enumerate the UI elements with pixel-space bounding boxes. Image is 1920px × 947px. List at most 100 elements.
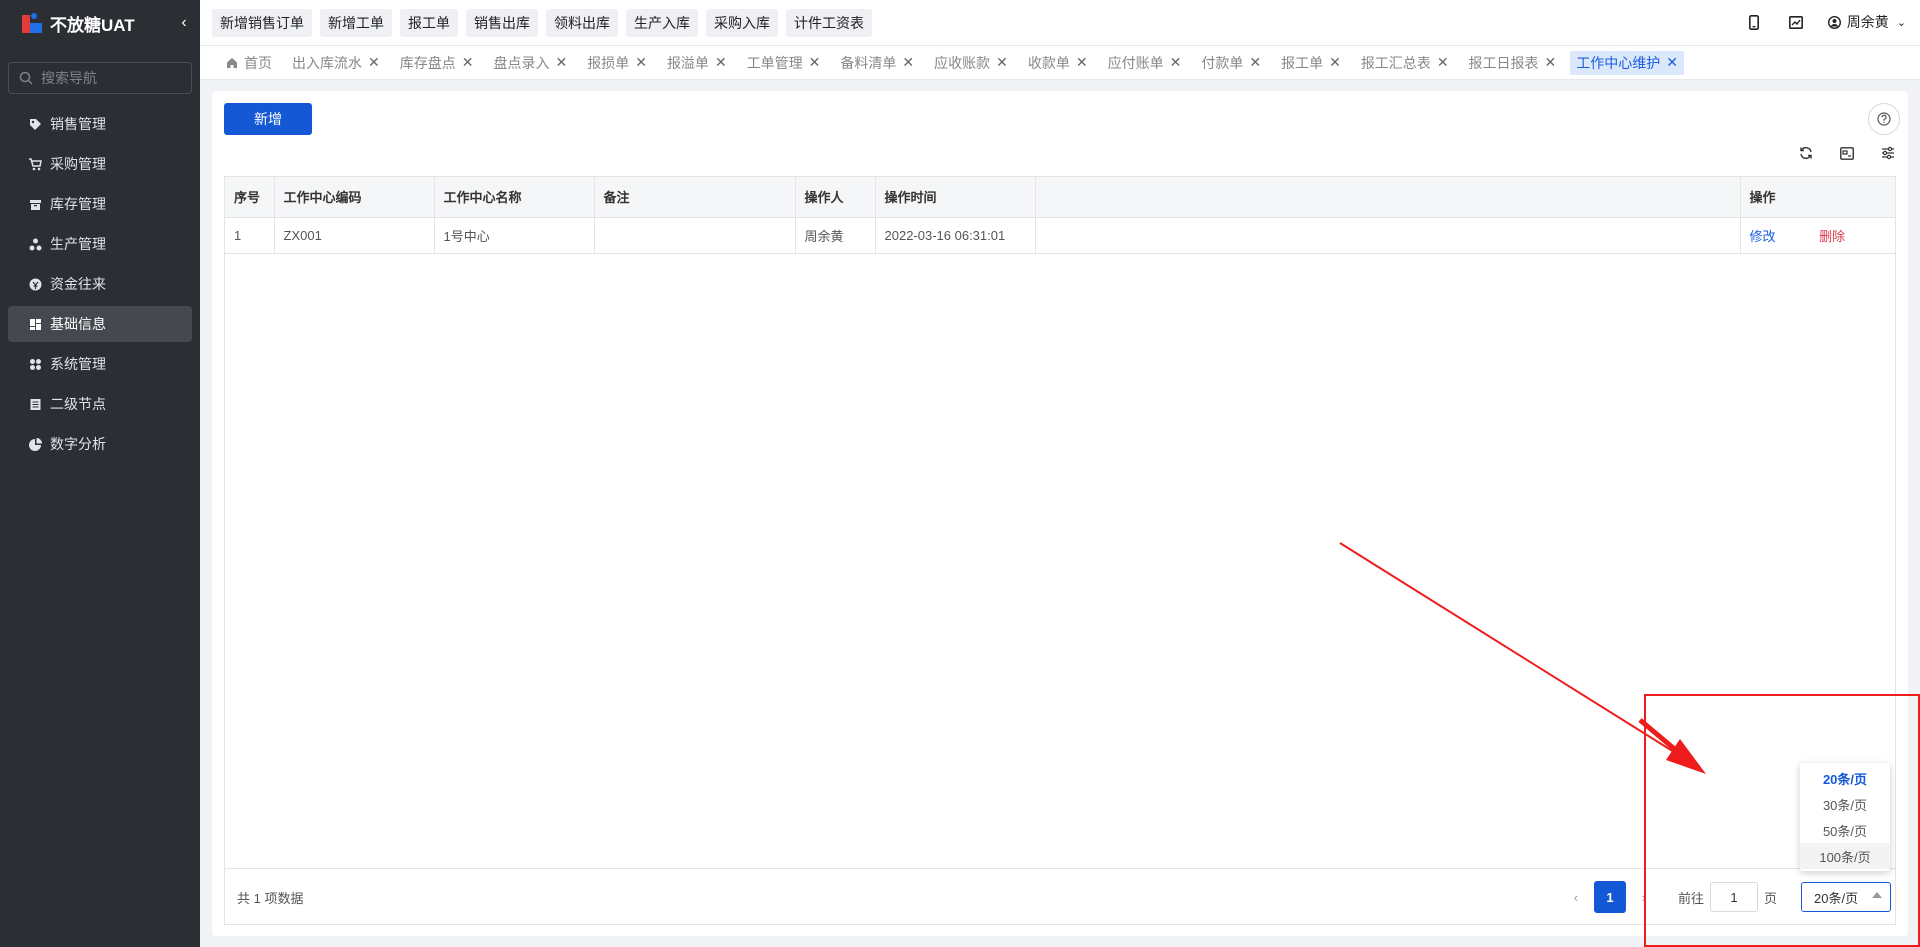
tab-label: 备料清单 [840, 54, 897, 71]
close-icon[interactable]: ✕ [996, 54, 1008, 71]
tab-work-summary[interactable]: 报工汇总表 ✕ [1355, 51, 1455, 75]
apps-icon [28, 357, 42, 371]
cell-index: 1 [225, 217, 275, 254]
sidebar-item-label: 库存管理 [50, 196, 106, 212]
sidebar-item-second-level[interactable]: 二级节点 [8, 386, 192, 422]
tab-receivables[interactable]: 应收账款 ✕ [928, 51, 1014, 75]
user-icon [1827, 15, 1841, 29]
sidebar-item-label: 系统管理 [50, 356, 106, 372]
user-name: 周余黄 [1846, 14, 1889, 30]
page-tabs: 首页 出入库流水 ✕ 库存盘点 ✕ 盘点录入 ✕ 报损单 ✕ 报溢单 ✕ 工单管理 ✕ 备料… [200, 46, 1920, 80]
close-icon[interactable]: ✕ [1666, 54, 1678, 71]
tab-receipts[interactable]: 收款单 ✕ [1022, 51, 1094, 75]
col-spacer-header [1035, 177, 1741, 218]
tab-payments[interactable]: 付款单 ✕ [1195, 51, 1267, 75]
col-index-header[interactable]: 序号 [225, 177, 275, 218]
warehouse-icon [28, 197, 42, 211]
quick-purchase-inbound-button[interactable]: 采购入库 [706, 9, 778, 37]
sidebar-item-inventory[interactable]: 库存管理 [8, 186, 192, 222]
col-remark-header[interactable]: 备注 [594, 177, 796, 218]
column-settings-icon[interactable] [1878, 143, 1898, 163]
delete-link[interactable]: 删除 [1819, 229, 1845, 244]
tab-loss-report[interactable]: 报损单 ✕ [581, 51, 653, 75]
tab-inout-flow[interactable]: 出入库流水 ✕ [286, 51, 386, 75]
density-icon[interactable] [1837, 143, 1857, 163]
close-icon[interactable]: ✕ [1076, 54, 1088, 71]
prev-page-icon[interactable]: ‹ [1562, 881, 1590, 913]
tab-material-list[interactable]: 备料清单 ✕ [834, 51, 920, 75]
tab-label: 应收账款 [934, 54, 991, 71]
quick-piece-wage-button[interactable]: 计件工资表 [786, 9, 872, 37]
close-icon[interactable]: ✕ [1170, 54, 1182, 71]
tab-stocktake-entry[interactable]: 盘点录入 ✕ [487, 51, 573, 75]
close-icon[interactable]: ✕ [368, 54, 380, 71]
sidebar-item-finance[interactable]: 资金往来 [8, 266, 192, 302]
app-name: 不放糖UAT [50, 15, 135, 35]
tab-home[interactable]: 首页 [220, 51, 278, 75]
sidebar-item-label: 销售管理 [50, 116, 106, 132]
col-operator-header[interactable]: 操作人 [795, 177, 876, 218]
quick-new-work-order-button[interactable]: 新增工单 [320, 9, 392, 37]
tab-payables[interactable]: 应付账单 ✕ [1102, 51, 1188, 75]
pie-icon [28, 437, 42, 451]
tab-work-center[interactable]: 工作中心维护 ✕ [1570, 50, 1685, 75]
table-tools [1796, 143, 1908, 163]
close-icon[interactable]: ✕ [1545, 54, 1557, 71]
quick-new-sales-order-button[interactable]: 新增销售订单 [212, 9, 312, 37]
cell-code: ZX001 [274, 217, 435, 254]
list-icon [28, 397, 42, 411]
grid-icon [28, 317, 42, 331]
coin-icon [28, 277, 42, 291]
help-icon[interactable] [1868, 103, 1900, 135]
tab-daily-report[interactable]: 报工日报表 ✕ [1463, 51, 1563, 75]
cell-spacer [1035, 217, 1741, 254]
nav-search-input[interactable]: 搜索导航 [8, 62, 192, 94]
page-number-current[interactable]: 1 [1593, 881, 1626, 913]
close-icon[interactable]: ✕ [1249, 54, 1261, 71]
quick-production-inbound-button[interactable]: 生产入库 [626, 9, 698, 37]
sidebar-item-sales[interactable]: 销售管理 [8, 106, 192, 142]
col-time-header[interactable]: 操作时间 [875, 177, 1036, 218]
sidebar-item-purchase[interactable]: 采购管理 [8, 146, 192, 182]
close-icon[interactable]: ✕ [555, 54, 567, 71]
refresh-icon[interactable] [1796, 143, 1816, 163]
table-row[interactable]: 1 ZX001 1号中心 周余黄 2022-03-16 06:31:01 修改 … [225, 217, 1895, 254]
collapse-sidebar-icon[interactable]: ‹ [176, 13, 192, 33]
sidebar-item-label: 数字分析 [50, 436, 106, 452]
tab-work-report[interactable]: 报工单 ✕ [1275, 51, 1347, 75]
tab-work-orders[interactable]: 工单管理 ✕ [741, 51, 827, 75]
quick-work-report-button[interactable]: 报工单 [400, 9, 458, 37]
tab-label: 工作中心维护 [1576, 54, 1661, 71]
tab-stocktake[interactable]: 库存盘点 ✕ [394, 51, 480, 75]
edit-link[interactable]: 修改 [1750, 229, 1776, 244]
tab-overflow-report[interactable]: 报溢单 ✕ [661, 51, 733, 75]
mobile-icon[interactable] [1744, 12, 1764, 32]
top-toolbar: 新增销售订单 新增工单 报工单 销售出库 领料出库 生产入库 采购入库 计件工资… [200, 0, 1920, 46]
close-icon[interactable]: ✕ [809, 54, 821, 71]
close-icon[interactable]: ✕ [1329, 54, 1341, 71]
quick-material-outbound-button[interactable]: 领料出库 [546, 9, 618, 37]
cell-name: 1号中心 [434, 217, 595, 254]
search-icon [19, 71, 33, 85]
close-icon[interactable]: ✕ [635, 54, 647, 71]
add-button[interactable]: 新增 [224, 103, 312, 135]
sidebar-item-system[interactable]: 系统管理 [8, 346, 192, 382]
sidebar-item-analytics[interactable]: 数字分析 [8, 426, 192, 462]
close-icon[interactable]: ✕ [902, 54, 914, 71]
sidebar-item-basic-info[interactable]: 基础信息 [8, 306, 192, 342]
tab-label: 报工单 [1281, 54, 1324, 71]
nav-search-placeholder: 搜索导航 [41, 70, 97, 86]
sidebar-item-production[interactable]: 生产管理 [8, 226, 192, 262]
annotation-highlight-box [1644, 694, 1920, 947]
quick-sales-outbound-button[interactable]: 销售出库 [466, 9, 538, 37]
col-code-header[interactable]: 工作中心编码 [274, 177, 435, 218]
home-icon [226, 57, 238, 69]
close-icon[interactable]: ✕ [715, 54, 727, 71]
cell-time: 2022-03-16 06:31:01 [875, 217, 1036, 254]
col-name-header[interactable]: 工作中心名称 [434, 177, 595, 218]
user-menu[interactable]: 周余黄 ⌄ [1827, 12, 1906, 32]
chart-window-icon[interactable] [1786, 12, 1806, 32]
close-icon[interactable]: ✕ [1437, 54, 1449, 71]
cart-icon [28, 157, 42, 171]
close-icon[interactable]: ✕ [462, 54, 474, 71]
